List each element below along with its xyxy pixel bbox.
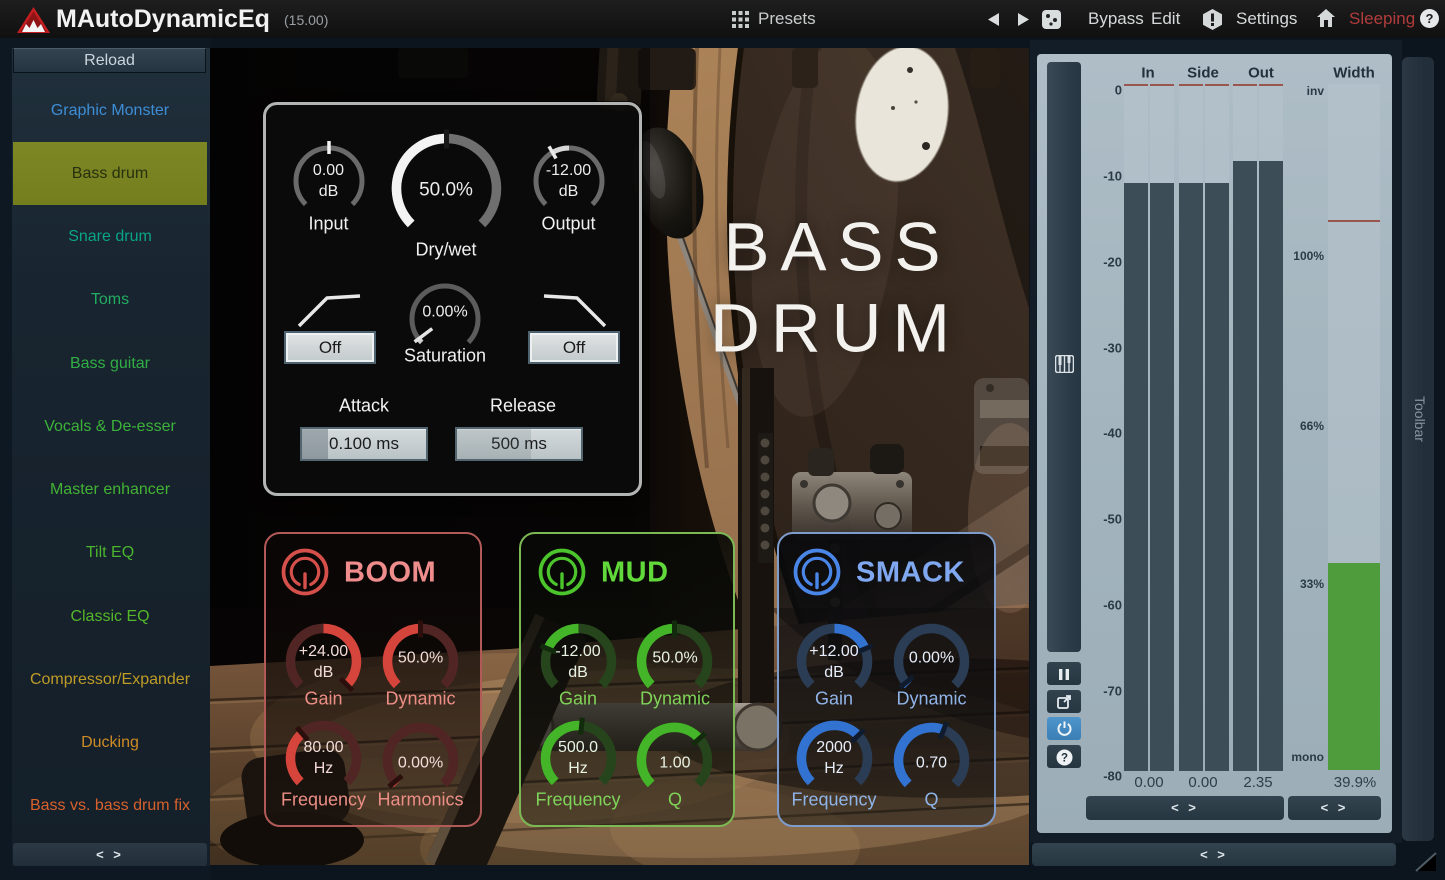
svg-text:?: ? — [1426, 11, 1434, 26]
svg-text:?: ? — [1060, 752, 1067, 764]
